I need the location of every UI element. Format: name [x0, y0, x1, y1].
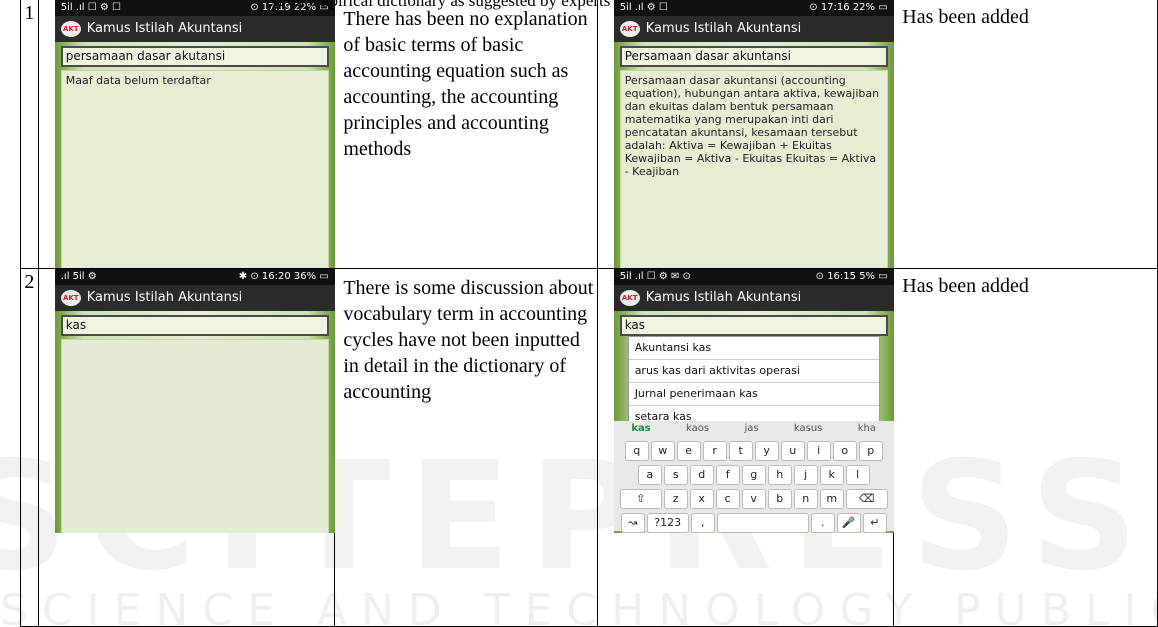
before-screenshot-cell: .ıl 5il ⚙ ✱ ⊙ 16:20 36% ▭ AKT Kamus Isti… [37, 268, 336, 627]
key[interactable]: e [676, 441, 701, 461]
app-title-bar: AKT Kamus Istilah Akuntansi [54, 16, 335, 42]
autocomplete-item[interactable]: Jurnal penerimaan kas [628, 383, 879, 406]
table-caption: xt on empirical dictionary as suggested … [270, 0, 611, 10]
phone-status-bar: 5il .ıl ⚙ ☐ ⊙ 17:16 22% ▭ [613, 0, 894, 16]
key[interactable]: z [663, 489, 688, 509]
key[interactable]: s [663, 465, 688, 485]
key[interactable]: h [767, 465, 792, 485]
after-screenshot-cell: 5il .ıl ⚙ ☐ ⊙ 17:16 22% ▭ AKT Kamus Isti… [596, 0, 895, 269]
comma-key[interactable]: , [690, 513, 715, 533]
key[interactable]: v [741, 489, 766, 509]
key[interactable]: y [754, 441, 779, 461]
before-screenshot-cell: 5il .ıl ☐ ⚙ ☐ ⊙ 17:19 22% ▭ AKT Kamus Is… [37, 0, 336, 269]
key[interactable]: c [715, 489, 740, 509]
keyboard-suggestion[interactable]: kas [631, 423, 650, 437]
app-title: Kamus Istilah Akuntansi [645, 290, 802, 305]
phone-screenshot-before: .ıl 5il ⚙ ✱ ⊙ 16:20 36% ▭ AKT Kamus Isti… [54, 269, 335, 533]
phone-screenshot-before: 5il .ıl ☐ ⚙ ☐ ⊙ 17:19 22% ▭ AKT Kamus Is… [54, 0, 335, 268]
app-content: kas [54, 311, 335, 533]
keyboard-row: ↝ ?123 , . 🎤 ↵ [614, 513, 894, 533]
row-number: 1 [20, 0, 39, 269]
swype-key[interactable]: ↝ [620, 513, 645, 533]
symbols-key[interactable]: ?123 [646, 513, 689, 533]
app-logo-icon: AKT [60, 290, 81, 306]
shift-key[interactable]: ⇧ [619, 489, 662, 509]
phone-status-bar: .ıl 5il ⚙ ✱ ⊙ 16:20 36% ▭ [54, 269, 335, 285]
description-cell: There has been no explanation of basic t… [334, 0, 598, 269]
keyboard-suggestion[interactable]: kha [858, 423, 876, 437]
autocomplete-item[interactable]: arus kas dari aktivitas operasi [628, 360, 879, 383]
search-input[interactable]: Persamaan dasar akuntansi [619, 46, 888, 67]
app-content: Persamaan dasar akuntansi Persamaan dasa… [613, 42, 894, 268]
autocomplete-list: Akuntansi kas arus kas dari aktivitas op… [627, 336, 880, 430]
app-content: persamaan dasar akutansi Maaf data belum… [54, 42, 335, 268]
key[interactable]: r [702, 441, 727, 461]
comparison-table: 1 5il .ıl ☐ ⚙ ☐ ⊙ 17:19 22% ▭ AKT Kamus … [20, 0, 1158, 627]
key[interactable]: j [793, 465, 818, 485]
period-key[interactable]: . [810, 513, 835, 533]
search-input[interactable]: kas [619, 315, 888, 336]
app-title-bar: AKT Kamus Istilah Akuntansi [613, 285, 894, 311]
table-row: 2 .ıl 5il ⚙ ✱ ⊙ 16:20 36% ▭ AKT Kamus Is… [20, 268, 1158, 627]
keyboard-row: q w e r t y u i o p [614, 441, 894, 461]
key[interactable]: x [689, 489, 714, 509]
description-cell: There is some discussion about vocabular… [334, 268, 598, 627]
key[interactable]: b [767, 489, 792, 509]
key[interactable]: f [715, 465, 740, 485]
key[interactable]: p [858, 441, 883, 461]
key[interactable]: l [845, 465, 870, 485]
key[interactable]: k [819, 465, 844, 485]
space-key[interactable] [716, 513, 809, 533]
definition-panel: Persamaan dasar akuntansi (accounting eq… [619, 70, 888, 268]
keyboard-row: ⇧ z x c v b n m ⌫ [614, 489, 894, 509]
key[interactable]: n [793, 489, 818, 509]
keyboard-row: a s d f g h j k l [614, 465, 894, 485]
search-input[interactable]: kas [60, 315, 329, 336]
key[interactable]: g [741, 465, 766, 485]
key[interactable]: m [819, 489, 844, 509]
keyboard-suggestion[interactable]: kasus [794, 423, 823, 437]
autocomplete-item[interactable]: Akuntansi kas [628, 337, 879, 360]
key[interactable]: o [832, 441, 857, 461]
after-screenshot-cell: 5il .ıl ☐ ⚙ ✉ ⊙ ⊙ 16:15 5% ▭ AKT Kamus I… [596, 268, 895, 627]
row-number: 2 [20, 268, 39, 627]
key[interactable]: w [650, 441, 675, 461]
phone-status-bar: 5il .ıl ☐ ⚙ ✉ ⊙ ⊙ 16:15 5% ▭ [613, 269, 894, 285]
phone-screenshot-after: 5il .ıl ☐ ⚙ ✉ ⊙ ⊙ 16:15 5% ▭ AKT Kamus I… [613, 269, 894, 533]
phone-screenshot-after: 5il .ıl ⚙ ☐ ⊙ 17:16 22% ▭ AKT Kamus Isti… [613, 0, 894, 268]
status-cell: Has been added [893, 268, 1158, 627]
backspace-key[interactable]: ⌫ [845, 489, 888, 509]
app-title: Kamus Istilah Akuntansi [86, 290, 243, 305]
keyboard-suggestion-bar: kas kaos jas kasus kha [614, 421, 894, 437]
app-title-bar: AKT Kamus Istilah Akuntansi [613, 16, 894, 42]
app-title-bar: AKT Kamus Istilah Akuntansi [54, 285, 335, 311]
table-row: 1 5il .ıl ☐ ⚙ ☐ ⊙ 17:19 22% ▭ AKT Kamus … [20, 0, 1158, 269]
key[interactable]: i [806, 441, 831, 461]
app-title: Kamus Istilah Akuntansi [86, 21, 243, 36]
key[interactable]: a [637, 465, 662, 485]
result-panel [60, 339, 329, 533]
onscreen-keyboard: kas kaos jas kasus kha q w e r t y u i o… [613, 421, 894, 533]
search-input[interactable]: persamaan dasar akutansi [60, 46, 329, 67]
key[interactable]: q [624, 441, 649, 461]
app-logo-icon: AKT [619, 21, 640, 37]
result-panel: Maaf data belum terdaftar [60, 70, 329, 268]
enter-key[interactable]: ↵ [862, 513, 887, 533]
app-title: Kamus Istilah Akuntansi [645, 21, 802, 36]
keyboard-suggestion[interactable]: kaos [686, 423, 709, 437]
key[interactable]: d [689, 465, 714, 485]
key[interactable]: t [728, 441, 753, 461]
microphone-key[interactable]: 🎤 [836, 513, 861, 533]
key[interactable]: u [780, 441, 805, 461]
app-logo-icon: AKT [60, 21, 81, 37]
keyboard-suggestion[interactable]: jas [744, 423, 758, 437]
app-logo-icon: AKT [619, 290, 640, 306]
status-cell: Has been added [893, 0, 1158, 269]
